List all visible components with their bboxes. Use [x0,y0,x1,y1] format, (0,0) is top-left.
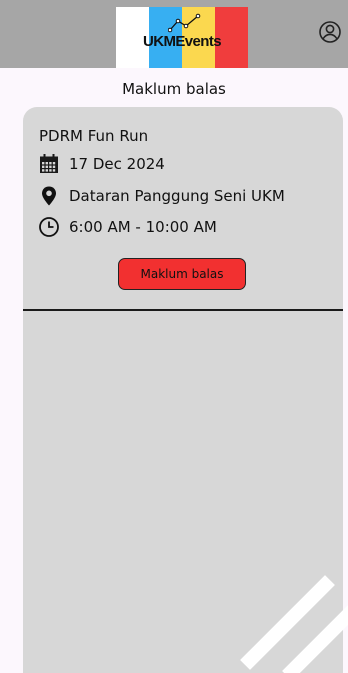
event-location: Dataran Panggung Seni UKM [69,187,285,205]
event-time-row: 6:00 AM - 10:00 AM [38,216,217,238]
feedback-button[interactable]: Maklum balas [118,258,246,290]
calendar-icon [40,154,58,173]
event-date: 17 Dec 2024 [69,155,165,173]
clock-icon [39,217,59,237]
event-location-row: Dataran Panggung Seni UKM [38,185,285,207]
event-date-row: 17 Dec 2024 [38,153,165,175]
user-circle-icon[interactable] [318,20,342,44]
top-app-bar: UKMEvents [0,0,348,68]
trend-line-icon [168,13,201,33]
map-pin-icon [42,186,56,206]
event-time: 6:00 AM - 10:00 AM [69,218,217,236]
app-logo[interactable]: UKMEvents [116,7,248,68]
page-title: Maklum balas [122,80,226,98]
watermark-chevron-icon [240,575,348,673]
event-title: PDRM Fun Run [39,127,149,145]
divider [23,309,343,311]
logo-text: UKMEvents [143,33,222,50]
